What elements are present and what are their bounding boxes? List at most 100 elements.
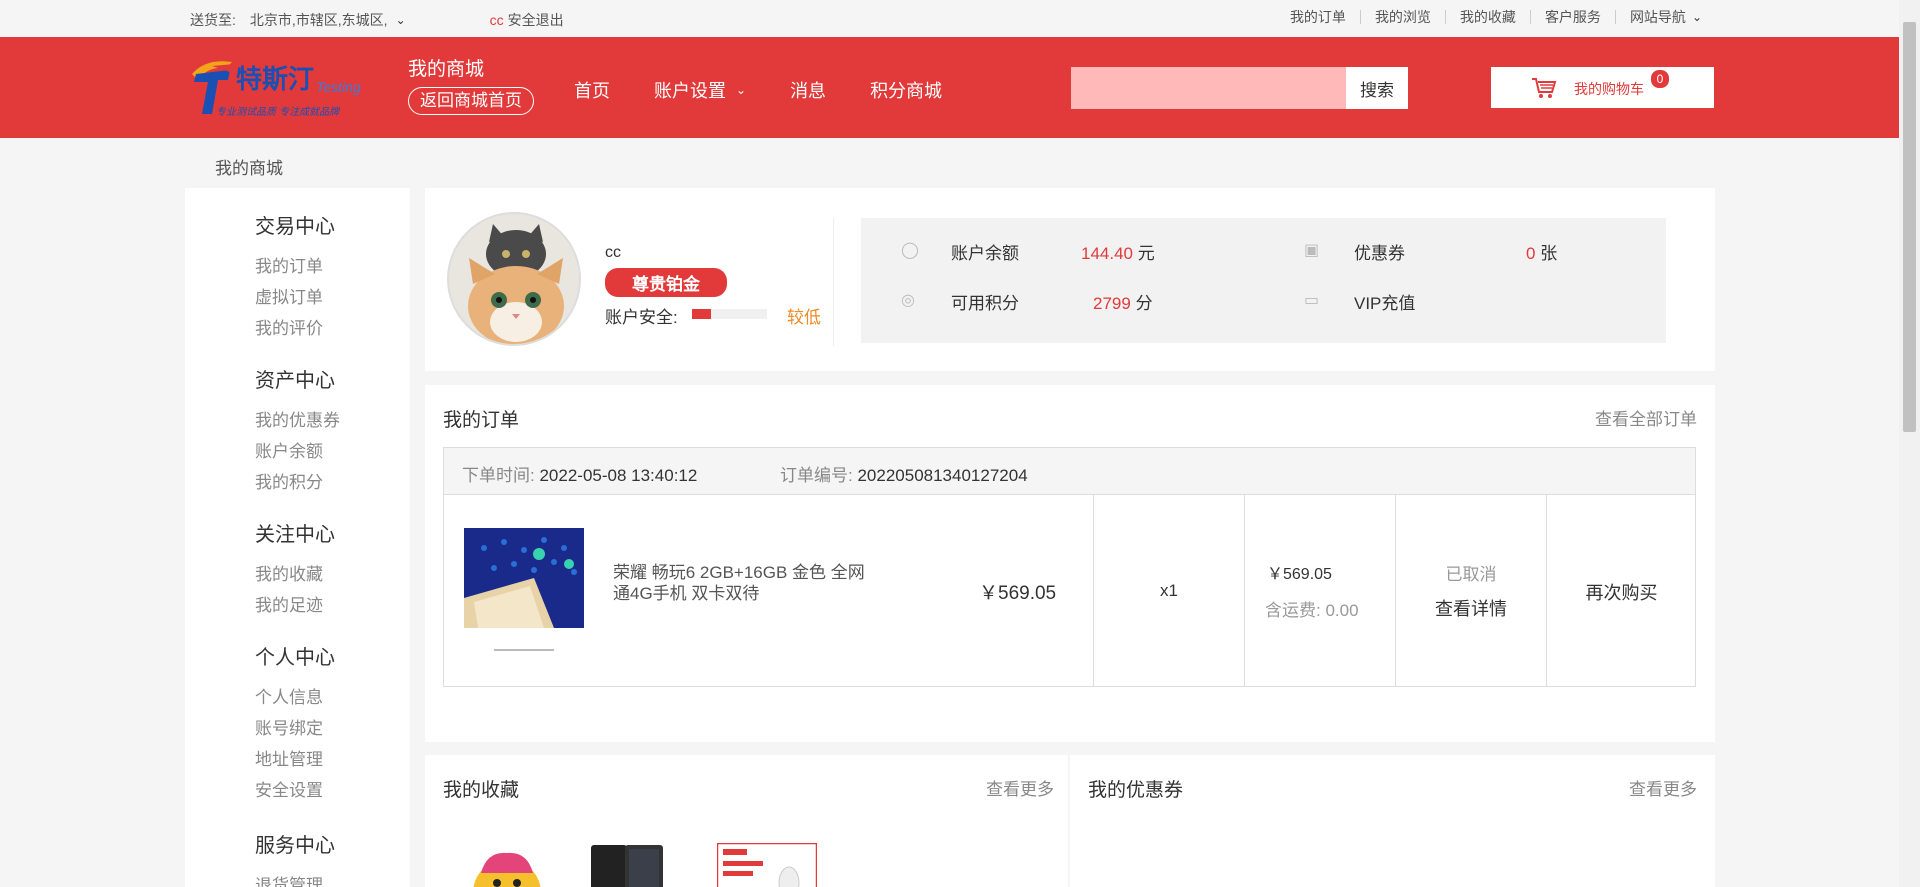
profile-card: cc 尊贵铂金 账户安全: 较低 ◯ 账户余额 144.40 元 ▣ 优惠券 0… [425, 188, 1715, 371]
shipping-fee: 含运费: 0.00 [1265, 601, 1359, 620]
search-button[interactable]: 搜索 [1346, 67, 1408, 109]
order-action-cell: 再次购买 [1547, 495, 1696, 686]
stat-label: 账户余额 [951, 244, 1019, 263]
sidebar: 交易中心 我的订单 虚拟订单 我的评价 资产中心 我的优惠券 账户余额 我的积分… [185, 188, 410, 887]
favorite-item-thumbnail[interactable] [587, 843, 667, 887]
top-link-orders[interactable]: 我的订单 [1276, 10, 1361, 24]
sidebar-item-footprints[interactable]: 我的足迹 [255, 590, 335, 621]
mall-title: 我的商城 [408, 59, 485, 80]
chevron-down-icon[interactable]: ⌄ [1692, 10, 1702, 24]
product-unit-price: ￥569.05 [979, 583, 1057, 604]
order-status-cell: 已取消 查看详情 [1396, 495, 1547, 686]
favorites-panel: 我的收藏 查看更多 [425, 755, 1068, 887]
wallet-icon: ◯ [901, 242, 919, 259]
balance-value: 144.40 元 [1081, 244, 1155, 263]
stat-label: 优惠券 [1354, 244, 1405, 263]
top-link-sitenav[interactable]: 网站导航 [1616, 10, 1692, 24]
product-quantity: x1 [1160, 581, 1178, 600]
svg-text:特斯汀: 特斯汀 [236, 64, 314, 95]
sidebar-group-assets: 资产中心 我的优惠券 账户余额 我的积分 [255, 364, 340, 498]
sidebar-item-my-reviews[interactable]: 我的评价 [255, 313, 335, 344]
username-link[interactable]: cc [490, 12, 504, 28]
main-nav: 首页 账户设置 ⌄ 消息 积分商城 [574, 77, 986, 103]
sidebar-item-addresses[interactable]: 地址管理 [255, 744, 335, 775]
favorites-more-link[interactable]: 查看更多 [986, 775, 1054, 800]
cart-count-badge: 0 [1651, 70, 1669, 88]
security-level[interactable]: 较低 [787, 303, 821, 328]
ship-to-label: 送货至: [190, 12, 236, 28]
nav-home[interactable]: 首页 [574, 77, 610, 103]
ticket-icon: ▣ [1304, 242, 1320, 259]
sidebar-item-my-coupons[interactable]: 我的优惠券 [255, 405, 340, 436]
coupons-title: 我的优惠券 [1088, 780, 1184, 801]
sidebar-group-title: 资产中心 [255, 370, 335, 392]
order-amount-cell: ￥569.05 含运费: 0.00 [1245, 495, 1396, 686]
points-value: 2799 分 [1093, 294, 1153, 313]
card-icon: ▭ [1304, 292, 1320, 309]
points-icon: ◎ [901, 292, 915, 309]
order-no-label: 订单编号: [780, 466, 853, 485]
sidebar-item-favorites[interactable]: 我的收藏 [255, 559, 335, 590]
cart-button[interactable]: 我的购物车 0 [1490, 66, 1715, 109]
rebuy-button[interactable]: 再次购买 [1547, 579, 1696, 605]
member-level-badge: 尊贵铂金 [605, 268, 727, 297]
order-qty-cell: x1 [1094, 495, 1245, 686]
favorite-item-thumbnail[interactable] [716, 842, 818, 887]
nav-points-mall[interactable]: 积分商城 [870, 77, 942, 103]
address-selector[interactable]: 北京市,市辖区,东城区, [250, 10, 388, 30]
nav-account-settings[interactable]: 账户设置 ⌄ [654, 77, 746, 103]
order-time-label: 下单时间: [462, 466, 535, 485]
product-name-link[interactable]: 荣耀 畅玩6 2GB+16GB 金色 全网通4G手机 双卡双待 [613, 562, 868, 604]
coupon-value: 0 张 [1526, 244, 1558, 263]
sidebar-group-title: 个人中心 [255, 647, 335, 669]
sidebar-item-my-orders[interactable]: 我的订单 [255, 251, 335, 282]
search-input[interactable] [1071, 67, 1346, 109]
order-time: 2022-05-08 13:40:12 [539, 466, 698, 485]
nav-messages[interactable]: 消息 [790, 77, 826, 103]
order-row: 荣耀 畅玩6 2GB+16GB 金色 全网通4G手机 双卡双待 ￥569.05 … [444, 495, 1695, 686]
site-logo[interactable]: 特斯汀 Testing 专业测试品质 专注成就品牌 [186, 52, 382, 122]
favorites-title: 我的收藏 [443, 780, 520, 801]
sidebar-item-returns[interactable]: 退货管理 [255, 870, 335, 887]
sidebar-group-title: 关注中心 [255, 524, 335, 546]
favorite-item-thumbnail[interactable] [457, 843, 557, 887]
orders-panel: 我的订单 查看全部订单 下单时间: 2022-05-08 13:40:12 订单… [425, 385, 1715, 742]
coupons-panel: 我的优惠券 查看更多 [1070, 755, 1715, 887]
order-number: 202205081340127204 [857, 466, 1028, 485]
order-paid-amount: ￥569.05 [1267, 566, 1332, 583]
sidebar-item-balance[interactable]: 账户余额 [255, 436, 340, 467]
coupons-more-link[interactable]: 查看更多 [1629, 775, 1697, 800]
back-home-button[interactable]: 返回商城首页 [408, 87, 534, 115]
chevron-down-icon[interactable]: ⌄ [396, 13, 406, 27]
cart-label: 我的购物车 [1574, 81, 1644, 97]
breadcrumb: 我的商城 [215, 159, 283, 178]
page-scrollbar[interactable] [1899, 0, 1920, 887]
sidebar-item-profile[interactable]: 个人信息 [255, 682, 335, 713]
sidebar-item-points[interactable]: 我的积分 [255, 467, 340, 498]
svg-text:Testing: Testing [316, 79, 361, 95]
account-stats: ◯ 账户余额 144.40 元 ▣ 优惠券 0 张 ◎ 可用积分 2799 分 … [861, 218, 1666, 343]
sidebar-group-title: 交易中心 [255, 216, 335, 238]
sidebar-item-account-binding[interactable]: 账号绑定 [255, 713, 335, 744]
divider [833, 218, 834, 346]
sidebar-item-security[interactable]: 安全设置 [255, 775, 335, 806]
product-image[interactable] [464, 528, 584, 661]
view-all-orders-link[interactable]: 查看全部订单 [1595, 405, 1697, 430]
top-link-favorites[interactable]: 我的收藏 [1446, 10, 1531, 24]
svg-text:专业测试品质 专注成就品牌: 专业测试品质 专注成就品牌 [216, 106, 341, 118]
sidebar-group-personal: 个人中心 个人信息 账号绑定 地址管理 安全设置 [255, 641, 335, 806]
order-card: 下单时间: 2022-05-08 13:40:12 订单编号: 20220508… [443, 447, 1696, 687]
order-detail-link[interactable]: 查看详情 [1396, 595, 1546, 621]
security-meter-fill [692, 309, 711, 319]
top-link-service[interactable]: 客户服务 [1531, 10, 1616, 24]
logout-link[interactable]: 安全退出 [508, 10, 564, 30]
avatar[interactable] [447, 212, 581, 346]
orders-title: 我的订单 [443, 410, 520, 431]
header: 特斯汀 Testing 专业测试品质 专注成就品牌 我的商城 返回商城首页 首页… [0, 37, 1899, 138]
profile-username: cc [605, 244, 621, 261]
sidebar-group-trade: 交易中心 我的订单 虚拟订单 我的评价 [255, 210, 335, 344]
scrollbar-thumb[interactable] [1903, 22, 1916, 432]
sidebar-item-virtual-orders[interactable]: 虚拟订单 [255, 282, 335, 313]
top-link-history[interactable]: 我的浏览 [1361, 10, 1446, 24]
chevron-down-icon: ⌄ [736, 83, 747, 97]
